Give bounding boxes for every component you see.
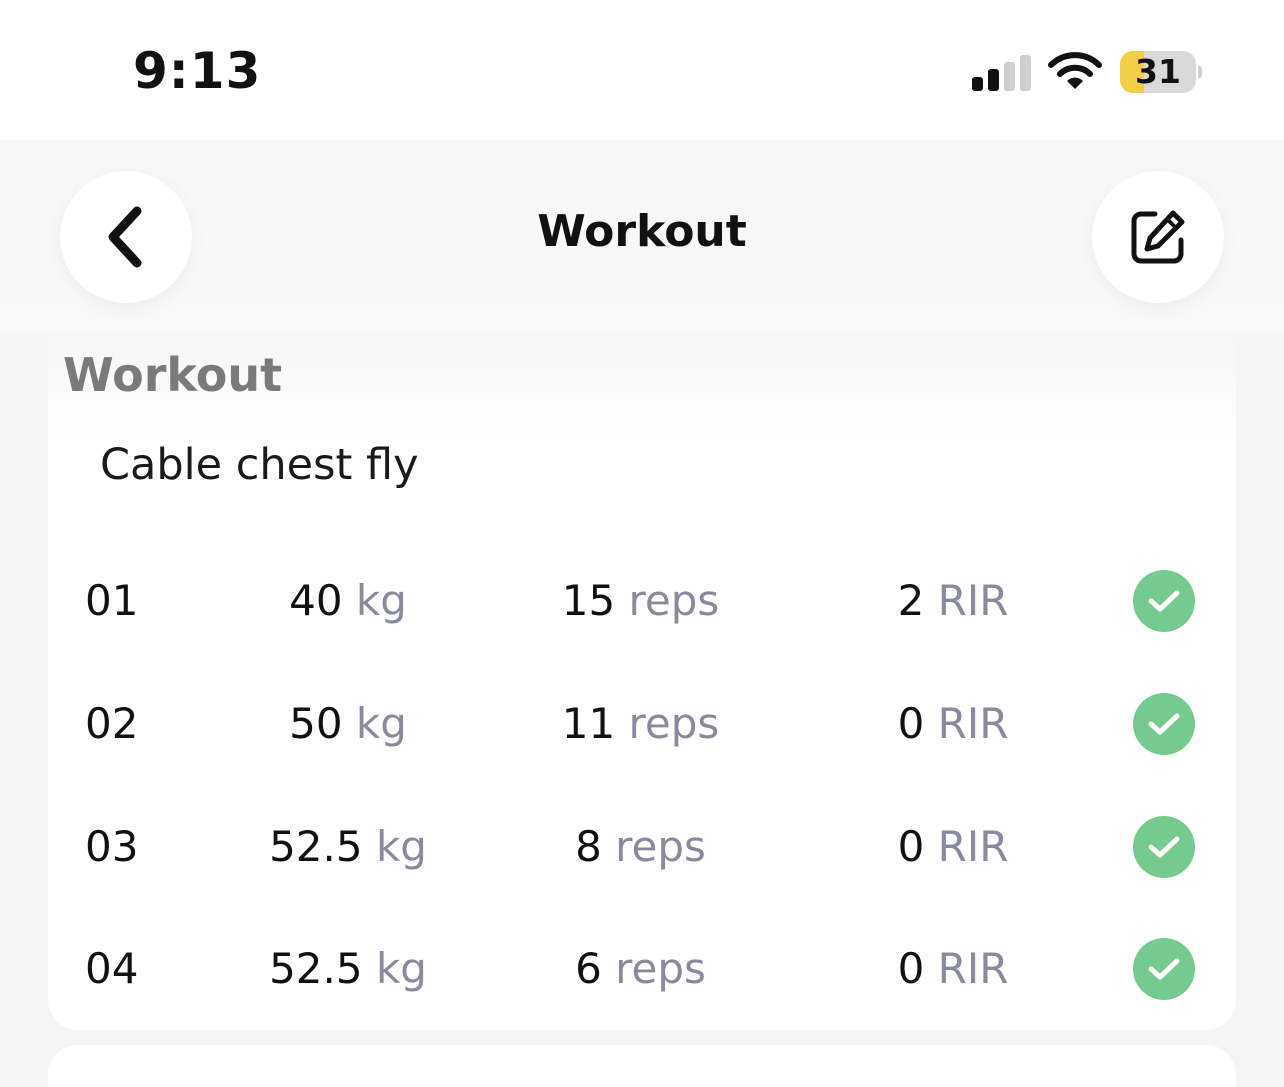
set-reps[interactable]: 6 reps — [518, 929, 763, 1009]
set-row[interactable]: 02 50 kg 11 reps 0 RIR — [48, 684, 1236, 764]
set-number: 01 — [85, 576, 139, 625]
rir-unit: RIR — [937, 944, 1009, 993]
battery-cap — [1198, 66, 1202, 78]
set-weight[interactable]: 50 kg — [228, 684, 468, 764]
reps-unit: reps — [628, 576, 720, 625]
wifi-icon — [1048, 52, 1102, 92]
weight-unit: kg — [355, 699, 407, 748]
exercise-name: Cable chest fly — [100, 440, 419, 490]
edit-square-icon — [1131, 210, 1185, 264]
checkmark-icon — [1148, 958, 1180, 980]
weight-value: 52.5 — [269, 822, 363, 871]
rir-value: 0 — [897, 944, 925, 993]
weight-value: 40 — [289, 576, 343, 625]
battery-indicator: 31 — [1120, 51, 1196, 93]
set-rir[interactable]: 2 RIR — [853, 561, 1053, 641]
edit-button[interactable] — [1092, 171, 1224, 303]
set-weight[interactable]: 52.5 kg — [228, 807, 468, 887]
nav-bar: Workout — [0, 140, 1284, 333]
rir-unit: RIR — [937, 822, 1009, 871]
rir-value: 0 — [897, 822, 925, 871]
workout-screen: 9:13 31 Workout Workout Cable chest fly … — [0, 0, 1284, 1087]
weight-value: 52.5 — [269, 944, 363, 993]
set-reps[interactable]: 11 reps — [518, 684, 763, 764]
rir-unit: RIR — [937, 576, 1009, 625]
rir-value: 0 — [897, 699, 925, 748]
cellular-signal-icon — [972, 55, 1032, 91]
checkmark-icon — [1148, 590, 1180, 612]
reps-value: 8 — [575, 822, 602, 871]
reps-unit: reps — [628, 699, 720, 748]
set-number: 04 — [85, 944, 139, 993]
set-rir[interactable]: 0 RIR — [853, 684, 1053, 764]
rir-value: 2 — [897, 576, 925, 625]
set-reps[interactable]: 15 reps — [518, 561, 763, 641]
section-title: Workout — [63, 348, 283, 402]
set-complete-toggle[interactable] — [1133, 693, 1195, 755]
reps-unit: reps — [615, 944, 706, 993]
set-complete-toggle[interactable] — [1133, 816, 1195, 878]
battery-level: 31 — [1135, 52, 1181, 91]
set-reps[interactable]: 8 reps — [518, 807, 763, 887]
reps-value: 6 — [575, 944, 602, 993]
set-row[interactable]: 04 52.5 kg 6 reps 0 RIR — [48, 929, 1236, 1009]
reps-value: 11 — [561, 699, 616, 748]
status-bar: 9:13 31 — [0, 0, 1284, 140]
checkmark-icon — [1148, 836, 1180, 858]
set-number: 02 — [85, 699, 139, 748]
next-exercise-card[interactable] — [48, 1045, 1236, 1087]
weight-unit: kg — [355, 576, 407, 625]
set-row[interactable]: 03 52.5 kg 8 reps 0 RIR — [48, 807, 1236, 887]
set-row[interactable]: 01 40 kg 15 reps 2 RIR — [48, 561, 1236, 641]
reps-unit: reps — [615, 822, 706, 871]
set-weight[interactable]: 52.5 kg — [228, 929, 468, 1009]
weight-unit: kg — [375, 944, 427, 993]
set-number: 03 — [85, 822, 139, 871]
weight-value: 50 — [289, 699, 343, 748]
set-complete-toggle[interactable] — [1133, 938, 1195, 1000]
checkmark-icon — [1148, 713, 1180, 735]
set-complete-toggle[interactable] — [1133, 570, 1195, 632]
rir-unit: RIR — [937, 699, 1009, 748]
reps-value: 15 — [561, 576, 616, 625]
set-rir[interactable]: 0 RIR — [853, 807, 1053, 887]
status-time: 9:13 — [133, 42, 262, 100]
set-rir[interactable]: 0 RIR — [853, 929, 1053, 1009]
set-weight[interactable]: 40 kg — [228, 561, 468, 641]
weight-unit: kg — [375, 822, 427, 871]
